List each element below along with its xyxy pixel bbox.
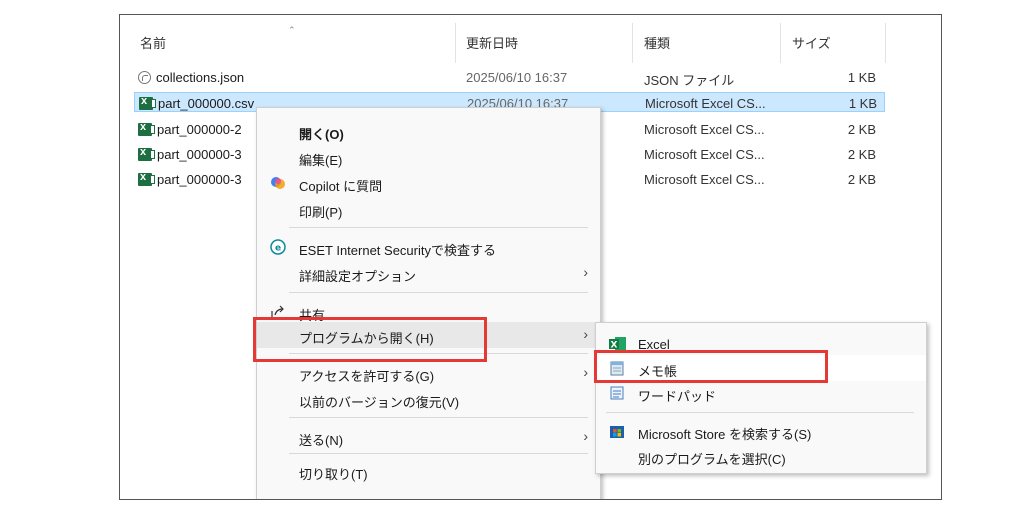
file-size: 1 KB [847,70,876,85]
submenu-item-wordpad[interactable]: ワードパッド [596,380,926,406]
column-header-date[interactable]: 更新日時 [466,33,518,52]
file-size: 1 KB [848,96,877,111]
explorer-window: 名前 ⌃ 更新日時 種類 サイズ collections.json 2025/0… [119,14,942,500]
svg-text:e: e [275,244,281,254]
excel-csv-icon [138,146,155,161]
excel-csv-icon [138,121,155,136]
menu-item-advanced[interactable]: 詳細設定オプション › [257,260,600,286]
column-header-type[interactable]: 種類 [644,33,670,52]
chevron-right-icon: › [583,364,588,380]
menu-item-edit[interactable]: 編集(E) [257,144,600,170]
file-name: part_000000-3 [157,172,242,187]
file-size: 2 KB [847,147,876,162]
file-date: 2025/06/10 16:37 [466,70,568,85]
menu-item-cut[interactable]: 切り取り(T) [257,458,600,484]
file-type: Microsoft Excel CS... [645,96,766,111]
file-type: JSON ファイル [644,73,735,88]
file-type: Microsoft Excel CS... [644,172,765,187]
file-name: part_000000-3 [157,147,242,162]
eset-icon: e [270,239,286,255]
file-name: collections.json [156,70,245,85]
menu-item-eset[interactable]: e ESET Internet Securityで検査する [257,234,600,260]
context-menu: 開く(O) 編集(E) Copilot に質問 印刷(P) e ESET Int… [256,107,601,499]
file-type: Microsoft Excel CS... [644,147,765,162]
column-header-name[interactable]: 名前 [140,33,166,52]
menu-item-copilot[interactable]: Copilot に質問 [257,170,600,196]
copilot-icon [270,175,286,191]
menu-item-give-access[interactable]: アクセスを許可する(G) › [257,360,600,386]
highlight-notepad [594,350,828,383]
menu-item-send-to[interactable]: 送る(N) › [257,424,600,450]
svg-text:X: X [611,341,618,351]
open-with-submenu: X Excel メモ帳 ワードパッド Microsoft Store を検索する… [595,322,927,474]
file-type: Microsoft Excel CS... [644,122,765,137]
json-file-icon [138,71,151,84]
column-header-size[interactable]: サイズ [792,33,831,52]
file-name: part_000000.csv [158,96,255,111]
sort-indicator-icon: ⌃ [288,25,296,35]
chevron-right-icon: › [583,326,588,342]
submenu-item-choose[interactable]: 別のプログラムを選択(C) [596,443,926,469]
menu-item-print[interactable]: 印刷(P) [257,196,600,222]
excel-csv-icon [139,95,156,110]
highlight-open-with [253,317,487,362]
excel-csv-icon [138,171,155,186]
store-icon [609,423,625,439]
submenu-item-store[interactable]: Microsoft Store を検索する(S) [596,418,926,444]
chevron-right-icon: › [583,264,588,280]
chevron-right-icon: › [583,428,588,444]
menu-item-restore[interactable]: 以前のバージョンの復元(V) [257,386,600,412]
file-row[interactable]: collections.json 2025/06/10 16:37 JSON フ… [134,67,885,88]
wordpad-icon [609,385,625,401]
file-size: 2 KB [847,172,876,187]
file-name: part_000000-2 [157,122,242,137]
file-size: 2 KB [847,122,876,137]
menu-item-open[interactable]: 開く(O) [257,118,600,144]
